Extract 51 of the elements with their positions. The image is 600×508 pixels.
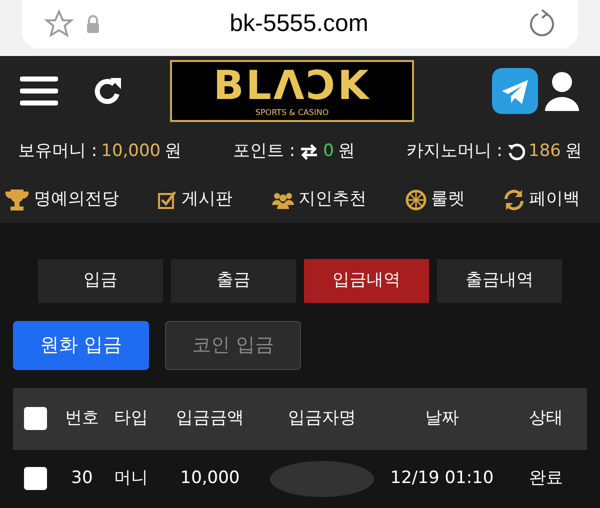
nav-link[interactable]: 지인추천: [270, 187, 366, 213]
balance-label: 보유머니 :: [18, 140, 98, 164]
nav-link[interactable]: 룰렛: [404, 187, 465, 213]
table-cell-text: 12/19 01:10: [390, 467, 494, 490]
checkbox[interactable]: [24, 467, 46, 490]
exchange-icon: [299, 144, 320, 160]
star-icon[interactable]: [44, 9, 74, 39]
logo[interactable]: BLΛƆK SPORTS & CASINO: [170, 60, 414, 122]
checkbox[interactable]: [24, 407, 46, 430]
trophy-icon: [4, 187, 30, 214]
refresh-icon: [506, 142, 525, 161]
nav-link[interactable]: 게시판: [157, 187, 232, 213]
column-header: 입금금액: [176, 407, 244, 430]
tab[interactable]: 출금: [171, 259, 296, 303]
table-cell-text: 30: [71, 467, 93, 490]
menu-icon[interactable]: [20, 75, 58, 108]
nav-link[interactable]: 명예의전당: [4, 187, 119, 214]
subtab-button[interactable]: 원화 입금: [13, 320, 149, 370]
paper-plane-icon[interactable]: [492, 68, 538, 114]
cycle-icon: [503, 189, 525, 212]
column-header: 입금자명: [288, 407, 356, 430]
column-header: 날짜: [425, 407, 459, 430]
reload-icon[interactable]: [528, 9, 556, 39]
tab[interactable]: 입금내역: [304, 259, 429, 303]
column-header: 번호: [65, 407, 99, 430]
lock-icon: [86, 15, 100, 33]
nav-link[interactable]: 페이백: [503, 187, 580, 213]
balance-value: 10,000: [101, 140, 161, 164]
column-header: 상태: [529, 407, 563, 430]
currency-unit: 원: [565, 140, 582, 164]
wheel-icon: [404, 189, 427, 212]
balance-label: 포인트 :: [233, 140, 296, 164]
user-icon[interactable]: [544, 71, 580, 112]
subtab-button[interactable]: 코인 입금: [165, 320, 301, 370]
table-cell-text: 머니: [114, 467, 148, 490]
currency-unit: 원: [338, 140, 355, 164]
table-cell-text: 완료: [529, 467, 563, 490]
logo-subtitle: SPORTS & CASINO: [255, 108, 329, 118]
column-header: 타입: [114, 407, 148, 430]
tab[interactable]: 입금: [38, 259, 163, 303]
url-text: bk-5555.com: [228, 9, 370, 39]
currency-unit: 원: [164, 140, 182, 164]
people-icon: [270, 190, 294, 210]
balance-value: 0: [323, 140, 334, 164]
table-cell-text: 10,000: [180, 467, 240, 490]
logo-title: BLΛƆK: [213, 64, 371, 108]
balance-value: 186: [528, 140, 561, 164]
tab[interactable]: 출금내역: [437, 259, 562, 303]
checkbox-icon: [157, 190, 178, 210]
balance-label: 카지노머니 :: [406, 140, 503, 164]
address-bar[interactable]: bk-5555.com: [22, 0, 578, 48]
